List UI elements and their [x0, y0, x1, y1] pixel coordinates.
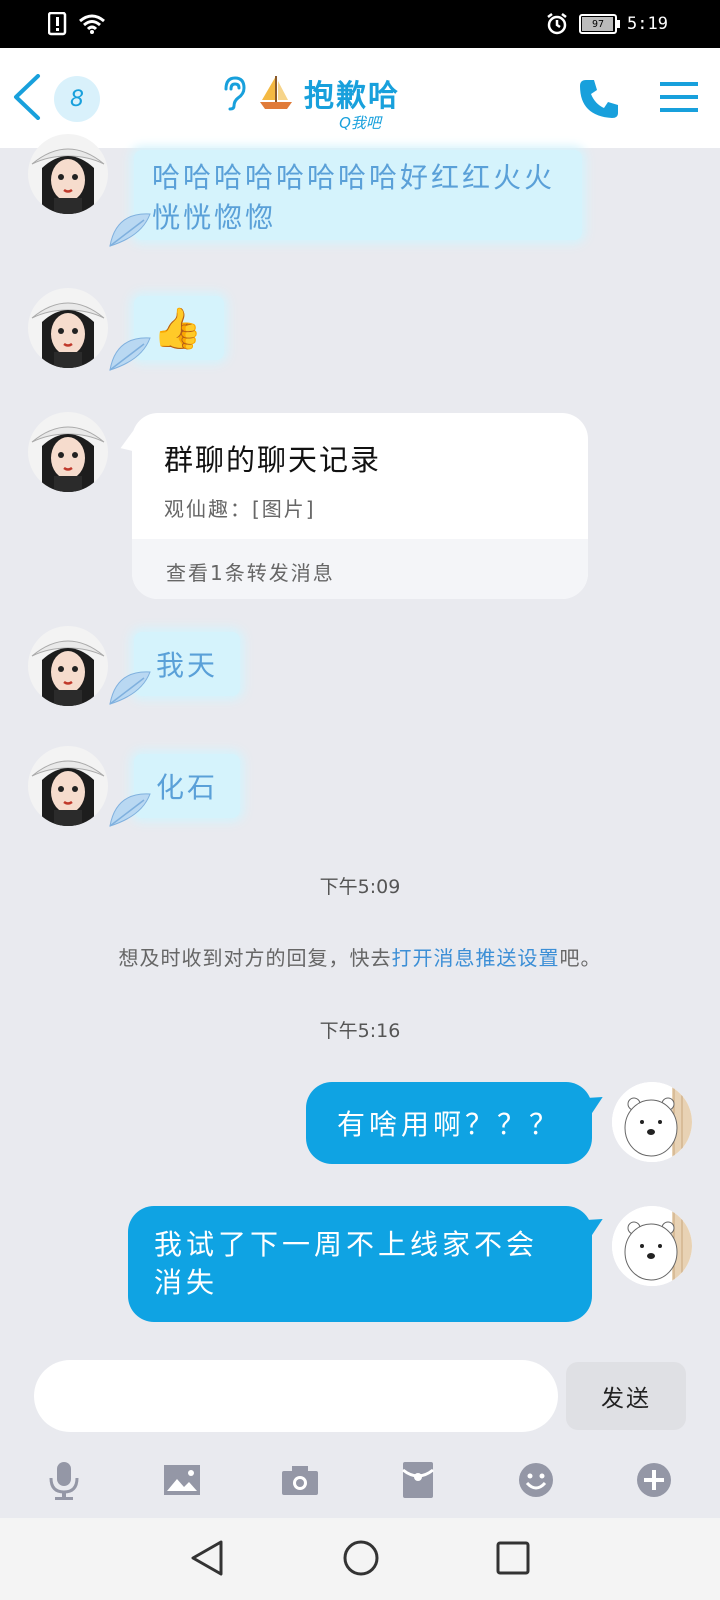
timestamp: 下午5:09	[319, 876, 401, 898]
nav-back-button[interactable]	[182, 1538, 232, 1578]
contact-status: Q我吧	[339, 114, 381, 132]
forwarded-chat-card[interactable]: 群聊的聊天记录 观仙趣：[图片] 查看1条转发消息	[132, 413, 588, 599]
avatar[interactable]	[28, 288, 108, 368]
call-button[interactable]	[576, 76, 622, 126]
menu-button[interactable]	[660, 80, 698, 118]
polar-bear-avatar-icon	[612, 1206, 692, 1286]
microphone-icon	[49, 1462, 79, 1500]
system-nav-bar	[0, 1518, 720, 1600]
girl-avatar-icon	[28, 134, 108, 214]
message-text: 哈哈哈哈哈哈哈哈好红红火火恍恍惚惚	[152, 161, 556, 234]
push-settings-link[interactable]: 打开消息推送设置	[392, 946, 560, 970]
avatar[interactable]	[28, 746, 108, 826]
message-input[interactable]	[34, 1360, 558, 1432]
chat-title[interactable]: 抱歉哈	[220, 68, 520, 118]
alarm-icon	[547, 13, 567, 35]
avatar[interactable]	[28, 134, 108, 214]
plus-icon	[637, 1463, 671, 1497]
avatar[interactable]	[28, 412, 108, 492]
status-bar: 97 5:19	[0, 0, 720, 48]
battery-indicator: 97	[579, 14, 621, 34]
nav-home-button[interactable]	[336, 1538, 386, 1578]
emoji-button[interactable]	[506, 1450, 566, 1510]
push-notice-suffix: 吧。	[559, 946, 602, 970]
clock: 5:19	[627, 14, 668, 34]
camera-button[interactable]	[270, 1450, 330, 1510]
timestamp: 下午5:16	[319, 1020, 401, 1042]
voice-button[interactable]	[34, 1450, 94, 1510]
alert-sim-icon	[48, 12, 67, 36]
avatar[interactable]	[612, 1206, 692, 1286]
wifi-icon	[79, 14, 105, 34]
red-packet-icon	[402, 1462, 434, 1498]
thumbs-up-emoji: 👍	[152, 305, 206, 352]
camera-icon	[282, 1466, 318, 1495]
red-packet-button[interactable]	[388, 1450, 448, 1510]
more-button[interactable]	[624, 1450, 684, 1510]
forwarded-card-preview: 观仙趣：[图片]	[164, 497, 316, 521]
unread-badge[interactable]: 8	[54, 76, 100, 122]
ear-icon	[224, 76, 246, 111]
contact-name: 抱歉哈	[304, 79, 400, 114]
push-notice: 想及时收到对方的回复，快去打开消息推送设置吧。	[0, 942, 720, 971]
forwarded-card-title: 群聊的聊天记录	[164, 443, 382, 477]
square-recents-icon	[496, 1541, 530, 1575]
feather-bubble-decoration	[109, 337, 151, 371]
girl-avatar-icon	[28, 412, 108, 492]
input-toolbar	[0, 1450, 720, 1520]
message-text: 我试了下一周不上线家不会消失	[154, 1228, 539, 1299]
image-icon	[164, 1465, 200, 1495]
view-forwarded-link: 查看1条转发消息	[166, 561, 335, 585]
polar-bear-avatar-icon	[612, 1082, 692, 1162]
avatar[interactable]	[612, 1082, 692, 1162]
message-bubble-in[interactable]: 哈哈哈哈哈哈哈哈好红红火火恍恍惚惚	[134, 150, 582, 240]
chevron-left-icon	[14, 74, 40, 120]
push-notice-prefix: 想及时收到对方的回复，快去	[118, 946, 392, 970]
phone-icon	[580, 80, 618, 118]
message-text: 化石	[155, 771, 218, 804]
triangle-back-icon	[191, 1540, 223, 1576]
circle-home-icon	[343, 1540, 379, 1576]
feather-bubble-decoration	[109, 671, 151, 705]
gallery-button[interactable]	[152, 1450, 212, 1510]
message-text: 我天	[155, 649, 218, 682]
hamburger-menu-icon	[660, 82, 698, 112]
message-bubble-out[interactable]: 我试了下一周不上线家不会消失	[128, 1206, 592, 1322]
girl-avatar-icon	[28, 288, 108, 368]
nav-recents-button[interactable]	[488, 1538, 538, 1578]
send-button[interactable]: 发送	[566, 1362, 686, 1430]
feather-bubble-decoration	[109, 793, 151, 827]
message-text: 有啥用啊？？？	[336, 1108, 561, 1141]
message-bubble-out[interactable]: 有啥用啊？？？	[306, 1082, 592, 1164]
girl-avatar-icon	[28, 746, 108, 826]
feather-bubble-decoration	[109, 213, 151, 247]
forwarded-card-footer[interactable]: 查看1条转发消息	[132, 539, 588, 599]
sailboat-icon	[260, 76, 292, 109]
girl-avatar-icon	[28, 626, 108, 706]
smiley-icon	[519, 1463, 553, 1497]
avatar[interactable]	[28, 626, 108, 706]
back-button[interactable]	[12, 74, 42, 124]
